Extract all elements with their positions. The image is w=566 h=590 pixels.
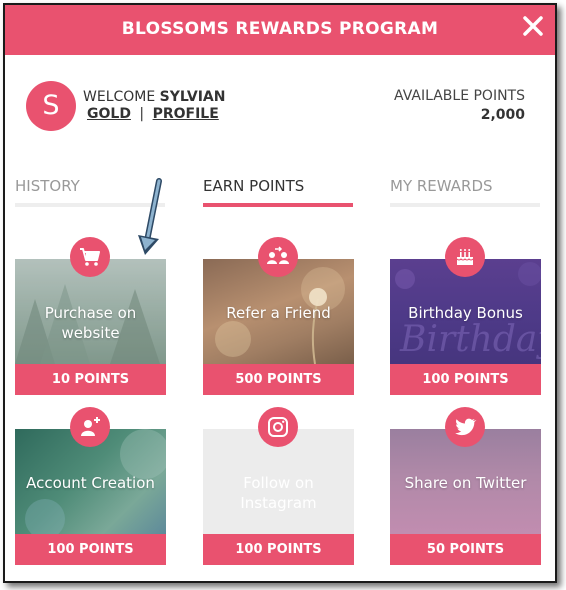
tab-label: EARN POINTS: [203, 177, 305, 195]
earn-tile-purchase[interactable]: Purchase on website 10 POINTS: [15, 237, 166, 395]
earn-tile-refer-friend[interactable]: Refer a Friend 500 POINTS: [203, 237, 354, 395]
tab-label: MY REWARDS: [390, 177, 493, 195]
earn-tile-instagram[interactable]: Follow on Instagram 100 POINTS: [203, 407, 354, 565]
tab-history[interactable]: HISTORY: [15, 177, 165, 207]
earn-tile-twitter[interactable]: Share on Twitter 50 POINTS: [390, 407, 541, 565]
badge: [445, 237, 485, 277]
earn-tile-birthday[interactable]: Birthday Birthday Bonus 100 POINTS: [390, 237, 541, 395]
welcome-prefix: WELCOME: [83, 89, 156, 105]
profile-link[interactable]: PROFILE: [153, 106, 219, 122]
tile-label-line: Follow on: [243, 474, 314, 492]
user-name: SYLVIAN: [159, 89, 226, 105]
tile-label-line: Purchase on: [44, 304, 137, 322]
tile-points: 100 POINTS: [390, 364, 541, 395]
tile-points: 500 POINTS: [203, 364, 354, 395]
welcome-text: WELCOME SYLVIAN: [83, 89, 225, 105]
tile-label-line: Account Creation: [26, 474, 155, 492]
badge: [70, 407, 110, 447]
tab-my-rewards[interactable]: MY REWARDS: [390, 177, 540, 207]
tile-label-line: Share on Twitter: [404, 474, 527, 492]
tile-points: 100 POINTS: [15, 534, 166, 565]
tile-label: Follow on Instagram: [203, 473, 354, 513]
badge: [445, 407, 485, 447]
svg-text:Birthday: Birthday: [399, 319, 541, 360]
refer-friend-icon: [267, 246, 289, 264]
avatar: S: [26, 81, 76, 131]
available-points-value: 2,000: [480, 107, 525, 123]
tile-label: Birthday Bonus: [390, 303, 541, 323]
link-separator: |: [139, 106, 145, 122]
rewards-modal: BLOSSOMS REWARDS PROGRAM S WELCOME SYLVI…: [3, 3, 557, 583]
tile-points: 50 POINTS: [390, 534, 541, 565]
user-links: GOLD | PROFILE: [87, 106, 219, 122]
close-icon[interactable]: [521, 14, 545, 38]
add-user-icon: [81, 417, 100, 436]
birthday-cake-icon: [456, 249, 474, 265]
tile-label: Purchase on website: [15, 303, 166, 343]
tile-label-line: Instagram: [240, 494, 317, 512]
modal-header: BLOSSOMS REWARDS PROGRAM: [5, 5, 555, 55]
tier-link[interactable]: GOLD: [87, 106, 131, 122]
instagram-icon: [268, 417, 288, 437]
twitter-icon: [455, 418, 477, 436]
badge: [258, 237, 298, 277]
badge: [258, 407, 298, 447]
badge: [70, 237, 110, 277]
tile-label-line: website: [61, 324, 120, 342]
shopping-cart-icon: [80, 248, 100, 266]
tile-label: Share on Twitter: [390, 473, 541, 493]
tile-label-line: Refer a Friend: [226, 304, 331, 322]
tile-label-line: Birthday Bonus: [408, 304, 523, 322]
tile-points: 10 POINTS: [15, 364, 166, 395]
tab-earn-points[interactable]: EARN POINTS: [203, 177, 353, 207]
tile-label: Refer a Friend: [203, 303, 354, 323]
modal-title: BLOSSOMS REWARDS PROGRAM: [121, 19, 439, 39]
tile-label: Account Creation: [15, 473, 166, 493]
tab-label: HISTORY: [15, 177, 80, 195]
tile-points: 100 POINTS: [203, 534, 354, 565]
available-points-label: AVAILABLE POINTS: [394, 88, 525, 104]
earn-tile-account-creation[interactable]: Account Creation 100 POINTS: [15, 407, 166, 565]
